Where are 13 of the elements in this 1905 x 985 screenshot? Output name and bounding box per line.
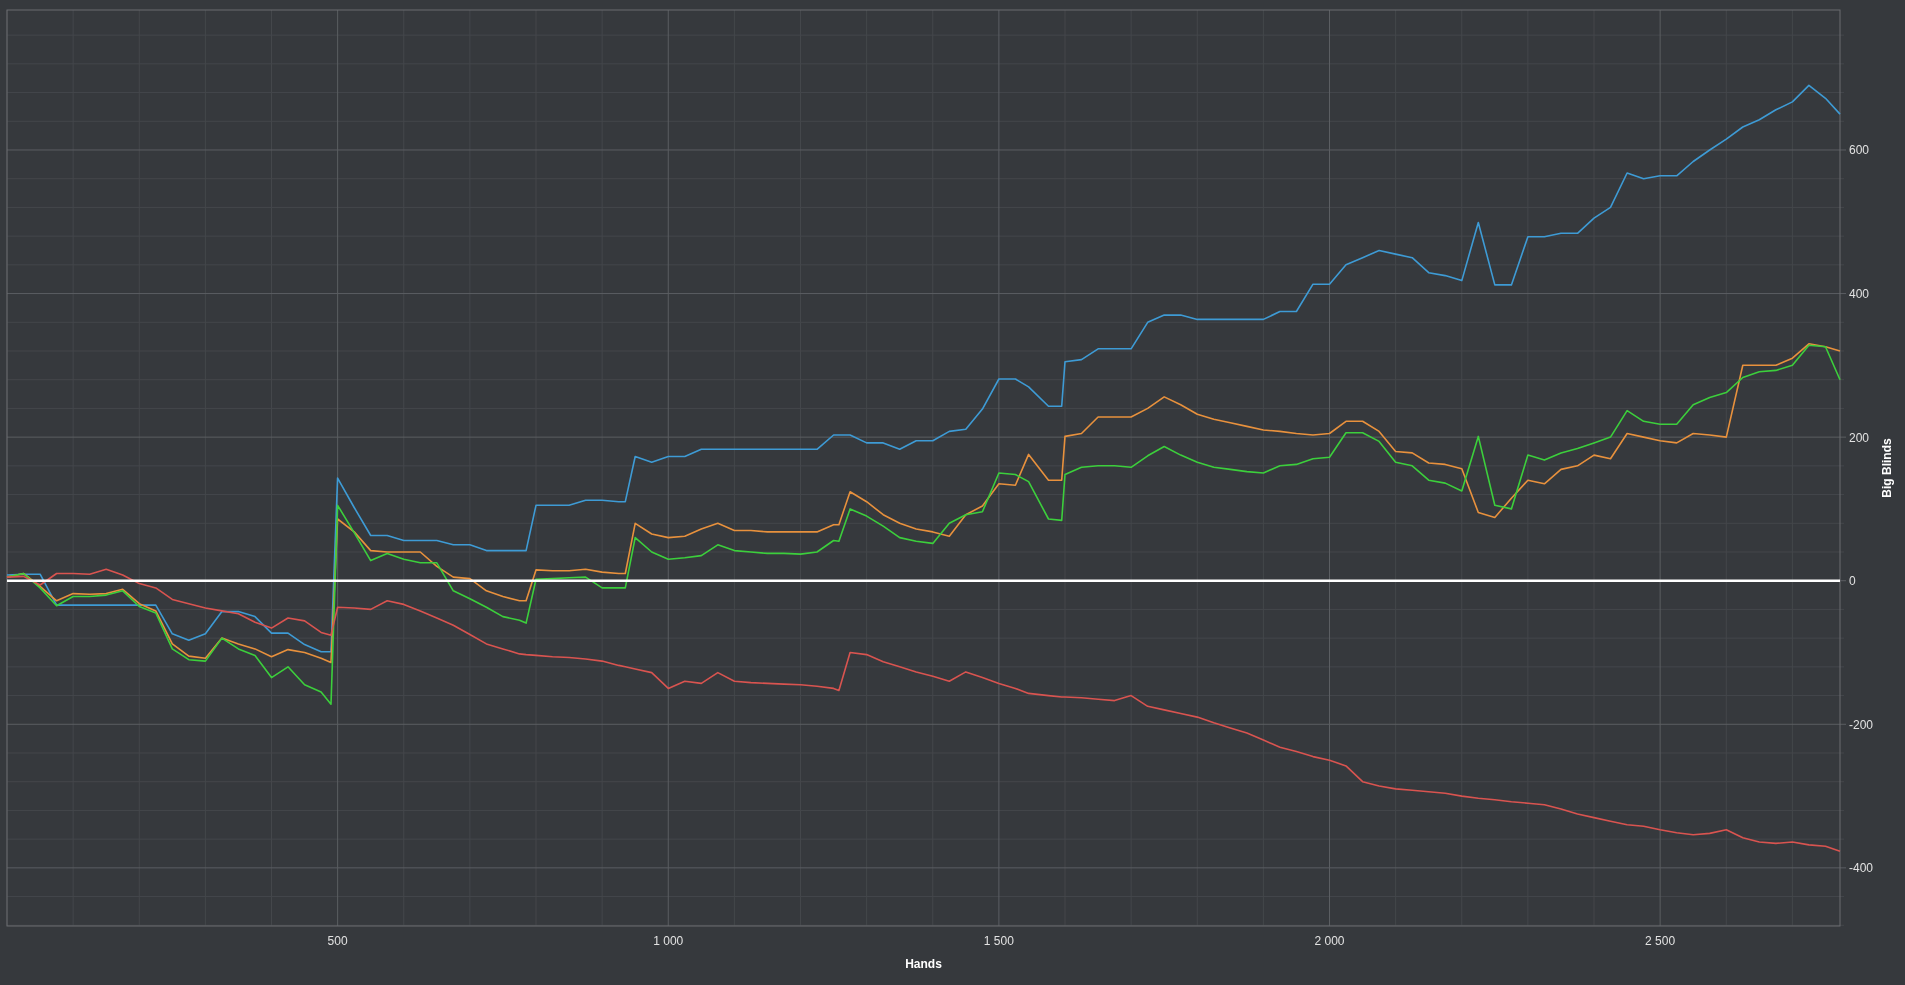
- x-tick-label: 500: [327, 934, 348, 948]
- x-tick-label: 1 000: [653, 934, 684, 948]
- y-tick-label: 0: [1849, 574, 1856, 589]
- y-axis-title: Big Blinds: [1880, 438, 1894, 498]
- y-tick-label: -400: [1849, 861, 1874, 876]
- x-tick-label: 1 500: [983, 934, 1014, 948]
- y-tick-label: 600: [1849, 143, 1870, 158]
- x-tick-label: 2 500: [1645, 934, 1676, 948]
- y-tick-label: 200: [1849, 430, 1870, 445]
- y-tick-label: -200: [1849, 717, 1874, 732]
- y-tick-label: 400: [1849, 287, 1870, 302]
- x-tick-label: 2 000: [1314, 934, 1345, 948]
- x-axis-title: Hands: [905, 957, 942, 971]
